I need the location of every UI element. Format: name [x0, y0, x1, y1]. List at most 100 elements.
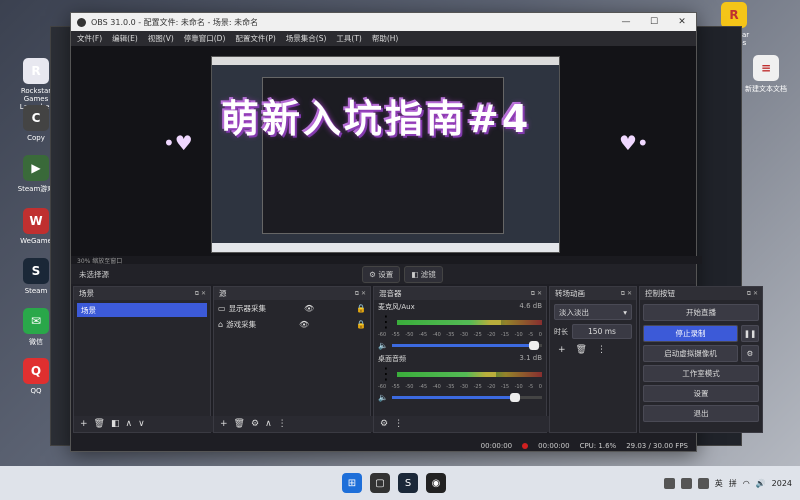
dock-controls-icon[interactable]: ⧉ ✕: [195, 290, 206, 298]
level-fill: [397, 372, 496, 377]
volume-knob[interactable]: [509, 393, 520, 402]
maximize-button[interactable]: ☐: [640, 17, 668, 27]
start-stream-button[interactable]: 开始直播: [643, 304, 759, 321]
meter-scale: -60 -55 -50 -45 -40 -35 -30 -25 -20 -15 -10 -5 0: [378, 384, 542, 390]
visibility-icon[interactable]: 👁: [304, 304, 314, 313]
source-settings-icon[interactable]: ⚙: [251, 419, 259, 429]
duration-input[interactable]: 150 ms: [572, 324, 632, 339]
volume-row: 🔈: [378, 393, 542, 402]
close-button[interactable]: ✕: [668, 17, 696, 27]
wifi-icon[interactable]: ◠: [743, 479, 750, 488]
add-scene-button[interactable]: +: [80, 419, 88, 429]
add-transition-button[interactable]: +: [558, 345, 566, 355]
menu-item[interactable]: 视图(V): [148, 33, 174, 44]
settings-button[interactable]: 设置: [643, 385, 759, 402]
lock-icon[interactable]: 🔒: [356, 304, 366, 313]
windows-start-icon[interactable]: ⊞: [342, 473, 362, 493]
tray-icon[interactable]: [697, 477, 709, 489]
ime-indicator[interactable]: 英: [715, 478, 723, 489]
move-down-icon[interactable]: ∨: [138, 419, 145, 429]
clock-date[interactable]: 2024: [772, 479, 792, 488]
menu-item[interactable]: 编辑(E): [112, 33, 138, 44]
menu-item[interactable]: 场景集合(S): [286, 33, 327, 44]
remove-source-button[interactable]: 🗑: [234, 419, 245, 429]
task-view-icon[interactable]: ▢: [370, 473, 390, 493]
dock-controls-icon[interactable]: ⧉ ✕: [621, 290, 632, 298]
app-icon: ▶: [23, 155, 49, 181]
more-icon[interactable]: ⋮: [597, 345, 606, 355]
tray-icon[interactable]: [680, 477, 692, 489]
source-toolbar: 未选择源 ⚙ 设置 ◧ 滤镜: [71, 264, 696, 284]
steam-icon[interactable]: S: [398, 473, 418, 493]
channel-menu-icon[interactable]: ⋮: [378, 364, 394, 383]
dock-controls-icon[interactable]: ⧉ ✕: [747, 290, 758, 298]
scale-tick: -55: [391, 384, 400, 390]
mixer-settings-icon[interactable]: ⚙: [380, 419, 388, 429]
preview-screenshot: [211, 56, 560, 253]
more-icon[interactable]: ⋮: [278, 419, 287, 429]
remove-transition-button[interactable]: 🗑: [576, 345, 587, 355]
dock-controls-icon[interactable]: ⧉ ✕: [355, 290, 366, 298]
mixer-channels: 麦克风/Aux 4.6 dB ⋮ -60 -55 -50 -45 -40 -35 -30 -25 -2…: [374, 300, 546, 404]
speaker-icon[interactable]: 🔊: [756, 479, 766, 488]
scale-tick: -25: [473, 332, 482, 338]
level-fill: [397, 320, 502, 325]
filters-button[interactable]: ◧ 滤镜: [404, 265, 443, 283]
mixer-channel: 麦克风/Aux 4.6 dB ⋮ -60 -55 -50 -45 -40 -35 -30 -25 -2…: [374, 300, 546, 352]
ime-mode[interactable]: 拼: [729, 478, 737, 489]
pause-record-icon[interactable]: ❚❚: [741, 325, 759, 342]
speaker-icon[interactable]: 🔈: [378, 393, 388, 402]
menu-item[interactable]: 配置文件(P): [235, 33, 275, 44]
scale-tick: -30: [459, 332, 469, 338]
volume-slider[interactable]: [391, 393, 542, 402]
desktop-icon-label: Copy: [27, 134, 45, 142]
menu-item[interactable]: 停靠窗口(D): [184, 33, 226, 44]
menu-item[interactable]: 工具(T): [336, 33, 361, 44]
scenes-dock: 场景 ⧉ ✕ 场景 + 🗑 ◧ ∧ ∨: [73, 286, 216, 433]
sources-dock: 源 ⧉ ✕ ▭ 显示器采集 👁 🔒 ⌂ 游戏采集 👁 🔒 + 🗑 ⚙ ∧ ⋮: [213, 286, 376, 433]
source-label: 显示器采集: [228, 303, 267, 313]
lock-icon[interactable]: 🔒: [356, 320, 366, 329]
volume-knob[interactable]: [529, 341, 540, 350]
virtual-camera-button[interactable]: 启动虚拟摄像机: [643, 345, 738, 362]
obs-icon[interactable]: ◉: [426, 473, 446, 493]
remove-scene-button[interactable]: 🗑: [94, 419, 105, 429]
menu-item[interactable]: 文件(F): [77, 33, 102, 44]
volume-slider[interactable]: [391, 341, 542, 350]
minimize-button[interactable]: —: [612, 17, 640, 27]
studio-mode-button[interactable]: 工作室模式: [643, 365, 759, 382]
chevron-down-icon: ▾: [623, 307, 627, 317]
no-source-label: 未选择源: [79, 269, 109, 279]
properties-button[interactable]: ⚙ 设置: [362, 265, 401, 283]
app-icon: C: [23, 105, 49, 131]
visibility-icon[interactable]: 👁: [299, 320, 309, 329]
menu-item[interactable]: 帮助(H): [372, 33, 399, 44]
scale-tick: 0: [538, 332, 542, 338]
obs-window: OBS 31.0.0 - 配置文件: 未命名 - 场景: 未命名 — ☐ ✕ 文…: [70, 12, 763, 452]
stop-record-button[interactable]: 停止录制: [643, 325, 738, 342]
scale-tick: -60: [378, 384, 387, 390]
channel-menu-icon[interactable]: ⋮: [378, 312, 394, 331]
tray-icon[interactable]: [663, 477, 675, 489]
wechat-icon: ✉: [23, 308, 49, 334]
scale-tick: -10: [514, 332, 523, 338]
more-icon[interactable]: ⋮: [394, 419, 403, 429]
preview-inner-taskbar: [212, 243, 559, 252]
scene-filter-button[interactable]: ◧: [111, 419, 120, 429]
desktop-icon[interactable]: ≡ 新建文本文档: [740, 55, 792, 94]
source-item[interactable]: ▭ 显示器采集 👁 🔒: [214, 300, 370, 316]
move-up-icon[interactable]: ∧: [126, 419, 133, 429]
monitor-icon: ▭: [218, 303, 226, 313]
scene-item[interactable]: 场景: [77, 303, 207, 317]
preview-inner-titlebar: [212, 57, 559, 65]
level-meter: [397, 320, 542, 325]
add-source-button[interactable]: +: [220, 419, 228, 429]
dock-controls-icon[interactable]: ⧉ ✕: [531, 290, 542, 298]
virtual-camera-settings-icon[interactable]: ⚙: [741, 345, 759, 362]
preview-canvas[interactable]: •♥ ♥•: [71, 46, 696, 256]
transition-select[interactable]: 淡入淡出 ▾: [554, 304, 632, 320]
source-item[interactable]: ⌂ 游戏采集 👁 🔒: [214, 316, 370, 332]
exit-button[interactable]: 退出: [643, 405, 759, 422]
speaker-icon[interactable]: 🔈: [378, 341, 388, 350]
move-up-icon[interactable]: ∧: [265, 419, 272, 429]
